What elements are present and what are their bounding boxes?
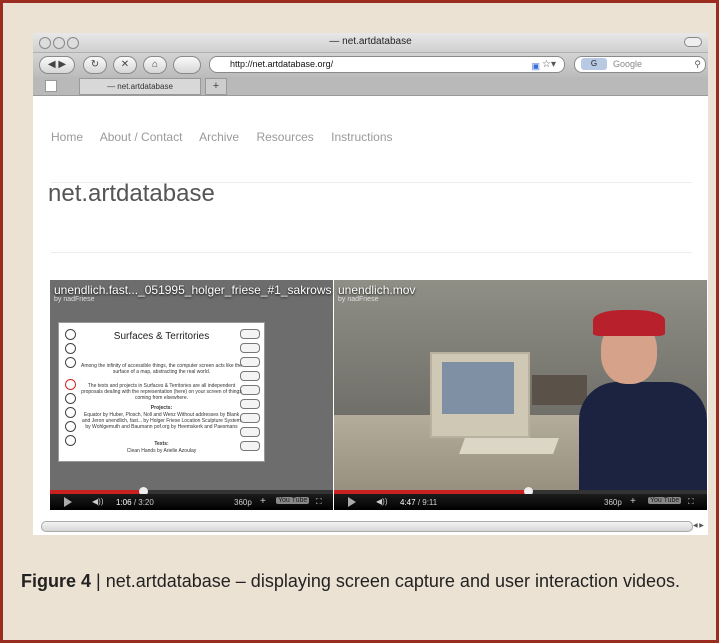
- nav-archive[interactable]: Archive: [199, 130, 239, 144]
- video-player-user-interaction[interactable]: unendlich.mov by nadFriese ◀)) 4:47 / 9:…: [334, 280, 707, 510]
- doc-circle-icon: [65, 421, 76, 432]
- figure-caption: Figure 4 | net.artdatabase – displaying …: [21, 569, 701, 593]
- video-frame-keyboard: [459, 438, 559, 454]
- search-field[interactable]: G Google ⚲: [574, 56, 706, 73]
- address-bar[interactable]: http://net.artdatabase.org/ ▣ ☆▾: [209, 56, 565, 73]
- caption-separator: |: [91, 571, 106, 591]
- toolbar-toggle-button[interactable]: [684, 37, 702, 47]
- play-icon[interactable]: [64, 497, 72, 507]
- video-uploader: by nadFriese: [338, 296, 379, 303]
- nav-resources[interactable]: Resources: [256, 130, 313, 144]
- doc-side-button: [240, 343, 260, 353]
- rss-icon[interactable]: ▣: [531, 59, 540, 74]
- doc-circle-icon: [65, 435, 76, 446]
- video-frame-person: [579, 300, 707, 510]
- current-time: 4:47: [400, 498, 416, 507]
- caption-text: net.artdatabase – displaying screen capt…: [105, 571, 681, 591]
- page-title: net.artdatabase: [48, 180, 215, 207]
- doc-side-button: [240, 427, 260, 437]
- fullscreen-icon[interactable]: ⛶: [316, 497, 322, 507]
- browser-screenshot: — net.artdatabase ◀ ▶ ↻ ✕ ⌂ http://net.a…: [33, 33, 708, 535]
- stop-icon[interactable]: ✕: [113, 56, 137, 74]
- bookmark-button[interactable]: [173, 56, 201, 74]
- tab-net-artdatabase[interactable]: — net.artdatabase: [79, 78, 201, 95]
- doc-circle-icon: [65, 329, 76, 340]
- doc-circle-icon: [65, 379, 76, 390]
- search-engine-icon[interactable]: G: [581, 58, 607, 70]
- doc-side-button: [240, 399, 260, 409]
- doc-circle-icon: [65, 393, 76, 404]
- doc-circle-icon: [65, 357, 76, 368]
- nav-home[interactable]: Home: [51, 130, 83, 144]
- add-icon[interactable]: +: [630, 496, 636, 507]
- play-icon[interactable]: [348, 497, 356, 507]
- video-time: 1:06 / 3:20: [116, 498, 154, 507]
- youtube-logo-icon[interactable]: You Tube: [276, 497, 310, 504]
- doc-paragraph: Among the infinity of accessible things,…: [81, 363, 242, 375]
- captured-document: Surfaces & Territories Among the infinit…: [58, 322, 265, 462]
- video-controls: ◀)) 4:47 / 9:11 360p + You Tube ⛶: [334, 494, 707, 510]
- video-controls: ◀)) 1:06 / 3:20 360p + You Tube ⛶: [50, 494, 333, 510]
- doc-side-button: [240, 329, 260, 339]
- doc-projects: Equator by Huber, Plosch, Noll and Wenz …: [82, 412, 241, 430]
- figure-frame: — net.artdatabase ◀ ▶ ↻ ✕ ⌂ http://net.a…: [0, 0, 719, 643]
- window-titlebar: — net.artdatabase: [33, 33, 708, 53]
- doc-side-button: [240, 385, 260, 395]
- divider: [51, 252, 692, 253]
- back-forward-buttons[interactable]: ◀ ▶: [39, 56, 75, 74]
- video-uploader: by nadFriese: [54, 296, 95, 303]
- search-icon[interactable]: ⚲: [694, 57, 701, 72]
- doc-texts: Clean Hands by Arielle Azoulay: [126, 448, 197, 454]
- volume-icon[interactable]: ◀)): [376, 497, 387, 506]
- video-title[interactable]: unendlich.mov: [338, 283, 415, 297]
- volume-icon[interactable]: ◀)): [92, 497, 103, 506]
- page-content: Home About / Contact Archive Resources I…: [33, 96, 708, 510]
- window-title: — net.artdatabase: [329, 36, 412, 47]
- doc-side-button: [240, 357, 260, 367]
- site-nav: Home About / Contact Archive Resources I…: [51, 130, 407, 144]
- caption-label: Figure 4: [21, 571, 92, 591]
- video-title[interactable]: unendlich.fast..._051995_holger_friese_#…: [54, 283, 332, 297]
- video-time: 4:47 / 9:11: [400, 498, 437, 507]
- doc-side-button: [240, 441, 260, 451]
- home-icon[interactable]: ⌂: [143, 56, 167, 74]
- favicon-icon: [45, 80, 57, 92]
- nav-about-contact[interactable]: About / Contact: [100, 130, 183, 144]
- total-time: / 9:11: [417, 498, 438, 507]
- url-text: http://net.artdatabase.org/: [230, 59, 334, 69]
- quality-button[interactable]: 360p: [604, 498, 622, 507]
- doc-side-button: [240, 413, 260, 423]
- video-frame-computer: [430, 352, 530, 438]
- tab-bar: — net.artdatabase +: [33, 77, 708, 96]
- total-time: / 3:20: [133, 498, 154, 507]
- doc-texts-heading: Texts:: [154, 441, 169, 447]
- add-icon[interactable]: +: [260, 496, 266, 507]
- fullscreen-icon[interactable]: ⛶: [688, 497, 694, 507]
- doc-circle-icon: [65, 343, 76, 354]
- doc-projects-heading: Projects:: [150, 405, 173, 411]
- reload-icon[interactable]: ↻: [83, 56, 107, 74]
- video-player-screen-capture[interactable]: Surfaces & Territories Among the infinit…: [50, 280, 333, 510]
- browser-toolbar: ◀ ▶ ↻ ✕ ⌂ http://net.artdatabase.org/ ▣ …: [33, 53, 708, 77]
- doc-paragraph: The texts and projects in Surfaces & Ter…: [81, 383, 242, 401]
- search-placeholder: Google: [613, 59, 643, 69]
- quality-button[interactable]: 360p: [234, 498, 252, 507]
- doc-title: Surfaces & Territories: [113, 331, 210, 342]
- new-tab-button[interactable]: +: [205, 78, 227, 95]
- video-row: Surfaces & Territories Among the infinit…: [50, 280, 707, 510]
- youtube-logo-icon[interactable]: You Tube: [648, 497, 682, 504]
- star-icon[interactable]: ☆▾: [542, 57, 556, 72]
- horizontal-scrollbar[interactable]: [41, 521, 693, 532]
- current-time: 1:06: [116, 498, 132, 507]
- doc-side-button: [240, 371, 260, 381]
- doc-circle-icon: [65, 407, 76, 418]
- nav-instructions[interactable]: Instructions: [331, 130, 392, 144]
- scroll-arrows-icon[interactable]: ◀ ▶: [693, 522, 704, 529]
